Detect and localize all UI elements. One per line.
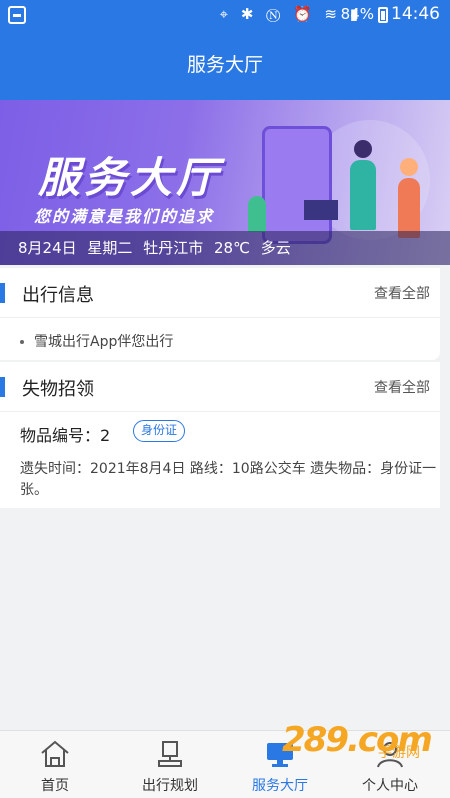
item-description[interactable]: 遗失时间：2021年8月4日 路线：10路公交车 遗失物品：身份证一张。 — [20, 459, 440, 501]
bullet-icon — [20, 340, 24, 344]
weather-info-bar: 8月24日 星期二 牡丹江市 28℃ 多云 — [0, 231, 450, 265]
section-title: 失物招领 — [22, 379, 94, 400]
section-accent-bar — [0, 283, 5, 303]
site-watermark: 289.com 手游网 — [282, 720, 442, 761]
status-bar: ⌖ ✱ Ⓝ ⏰ ≋ ▮ 84% 14:46 — [0, 0, 450, 30]
date: 8月24日 — [18, 239, 77, 257]
tab-label: 个人中心 — [362, 778, 418, 794]
banner-person-head — [354, 140, 372, 158]
battery-percent: 84% — [340, 5, 374, 23]
weather: 多云 — [260, 239, 291, 257]
tab-travel-planning[interactable]: 出行规划 — [130, 731, 210, 798]
tab-home[interactable]: 首页 — [20, 731, 90, 798]
app-notification-icon — [8, 6, 26, 24]
battery-icon — [378, 7, 388, 23]
weekday: 星期二 — [87, 239, 133, 257]
view-all-link[interactable]: 查看全部 — [374, 377, 430, 397]
banner-person-illustration — [350, 160, 376, 230]
clock: 14:46 — [391, 4, 440, 24]
list-item-text: 雪城出行App伴您出行 — [34, 334, 174, 350]
lost-found-card: 失物招领 查看全部 物品编号：2 身份证 遗失时间：2021年8月4日 路线：1… — [0, 362, 440, 508]
item-number: 物品编号：2 — [20, 426, 111, 445]
banner-plant-illustration — [248, 196, 266, 232]
watermark-subtext: 手游网 — [378, 745, 420, 761]
view-all-link[interactable]: 查看全部 — [374, 283, 430, 303]
section-accent-bar — [0, 377, 5, 397]
list-item[interactable]: 雪城出行App伴您出行 — [20, 331, 173, 351]
banner-laptop-illustration — [304, 200, 338, 220]
home-icon — [41, 740, 69, 767]
category-badge: 身份证 — [133, 420, 186, 442]
banner-phone-illustration — [262, 126, 332, 244]
city: 牡丹江市 — [143, 239, 204, 257]
tab-label: 首页 — [41, 778, 69, 794]
tab-label: 出行规划 — [142, 778, 198, 794]
travel-info-card: 出行信息 查看全部 雪城出行App伴您出行 — [0, 268, 440, 360]
tab-label: 服务大厅 — [252, 778, 308, 794]
temperature: 28℃ — [214, 239, 250, 257]
section-header: 出行信息 查看全部 — [0, 268, 440, 318]
banner-slogan: 您的满意是我们的追求 — [34, 207, 215, 226]
section-header: 失物招领 查看全部 — [0, 362, 440, 412]
page-title: 服务大厅 — [186, 54, 263, 76]
section-title: 出行信息 — [22, 285, 94, 306]
banner-headline: 服务大厅 — [38, 153, 223, 202]
page-header: 服务大厅 — [0, 30, 450, 100]
bus-stop-icon — [158, 741, 182, 767]
banner-person-illustration — [398, 178, 420, 238]
banner-person-head — [400, 158, 418, 176]
banner[interactable]: 服务大厅 您的满意是我们的追求 8月24日 星期二 牡丹江市 28℃ 多云 — [0, 100, 450, 265]
